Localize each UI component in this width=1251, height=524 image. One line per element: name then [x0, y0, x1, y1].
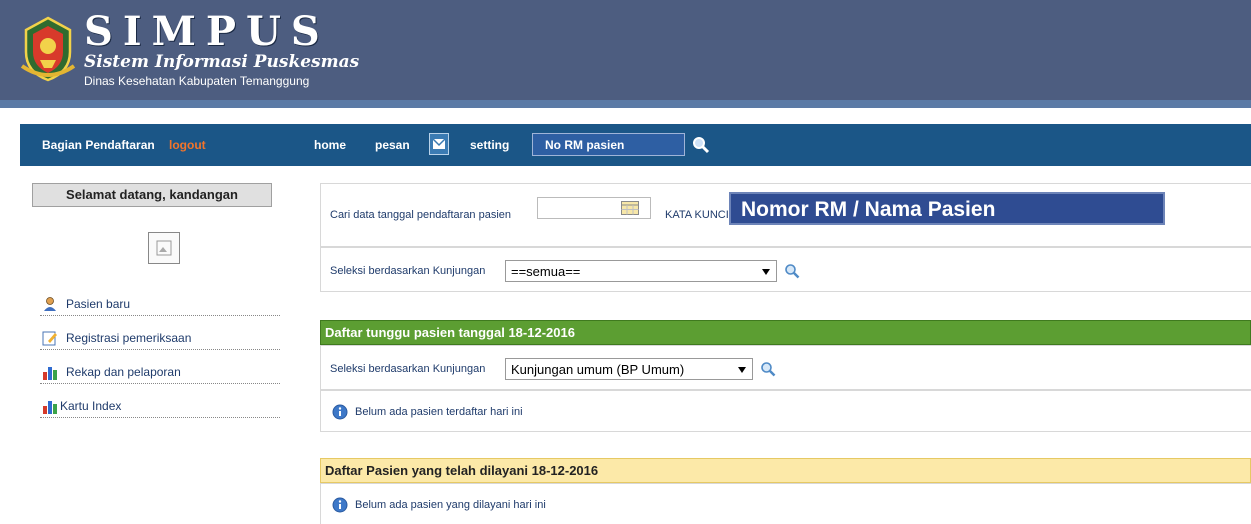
- served-empty-message: Belum ada pasien yang dilayani hari ini: [355, 499, 546, 511]
- welcome-banner: Selamat datang, kandangan: [32, 183, 272, 207]
- message-icon[interactable]: [429, 133, 449, 155]
- header-divider: [0, 100, 1251, 108]
- message-glyph-icon: [432, 138, 446, 149]
- sidebar-item-label: Rekap dan pelaporan: [66, 365, 181, 379]
- sidebar-item-rekap[interactable]: Rekap dan pelaporan: [40, 362, 280, 384]
- avatar: [148, 232, 180, 264]
- emblem-logo-icon: [20, 16, 76, 82]
- calendar-icon[interactable]: [621, 201, 639, 215]
- agency-name: Dinas Kesehatan Kabupaten Temanggung: [84, 74, 310, 88]
- chevron-down-icon: [738, 367, 746, 373]
- served-empty-panel: Belum ada pasien yang dilayani hari ini: [320, 483, 1251, 524]
- visit-filter-label: Seleksi berdasarkan Kunjungan: [330, 265, 486, 277]
- section-label: Bagian Pendaftaran: [42, 138, 155, 152]
- sidebar-item-kartu-index[interactable]: Kartu Index: [40, 396, 280, 418]
- bar-chart-icon: [43, 367, 57, 380]
- info-icon: [332, 497, 348, 513]
- edit-icon: [42, 331, 57, 346]
- search-icon[interactable]: [784, 263, 800, 279]
- waiting-filter-select[interactable]: Kunjungan umum (BP Umum): [505, 358, 753, 380]
- waiting-filter-value: Kunjungan umum (BP Umum): [511, 362, 685, 377]
- search-panel: Cari data tanggal pendaftaran pasien KAT…: [320, 183, 1251, 247]
- waiting-empty-message: Belum ada pasien terdaftar hari ini: [355, 406, 523, 418]
- date-search-label: Cari data tanggal pendaftaran pasien: [330, 209, 512, 221]
- sidebar-item-pasien-baru[interactable]: Pasien baru: [40, 294, 280, 316]
- waiting-filter-label: Seleksi berdasarkan Kunjungan: [330, 363, 486, 375]
- waiting-filter-panel: Seleksi berdasarkan Kunjungan Kunjungan …: [320, 345, 1251, 390]
- sidebar-item-registrasi[interactable]: Registrasi pemeriksaan: [40, 328, 280, 350]
- app-header: SIMPUS Sistem Informasi Puskesmas Dinas …: [0, 0, 1251, 108]
- search-icon[interactable]: [692, 136, 710, 154]
- bar-chart-icon: [43, 401, 57, 414]
- served-list-header: Daftar Pasien yang telah dilayani 18-12-…: [320, 458, 1251, 483]
- nav-setting-link[interactable]: setting: [470, 138, 509, 152]
- top-navbar: Bagian Pendaftaran logout home pesan set…: [20, 124, 1251, 166]
- waiting-list-header: Daftar tunggu pasien tanggal 18-12-2016: [320, 320, 1251, 345]
- sidebar-item-label: Registrasi pemeriksaan: [66, 331, 192, 345]
- visit-filter-value: ==semua==: [511, 264, 581, 279]
- app-subtitle: Sistem Informasi Puskesmas: [84, 52, 360, 72]
- nav-home-link[interactable]: home: [314, 138, 346, 152]
- user-icon: [44, 297, 56, 311]
- visit-filter-panel: Seleksi berdasarkan Kunjungan ==semua==: [320, 247, 1251, 292]
- image-placeholder-icon: [156, 240, 172, 256]
- rm-search-input[interactable]: No RM pasien: [532, 133, 685, 156]
- app-title: SIMPUS: [84, 8, 330, 55]
- search-icon[interactable]: [760, 361, 776, 377]
- chevron-down-icon: [762, 269, 770, 275]
- sidebar-item-label: Kartu Index: [60, 399, 122, 413]
- visit-filter-select[interactable]: ==semua==: [505, 260, 777, 282]
- keyword-label: KATA KUNCI: [665, 209, 729, 221]
- sidebar-item-label: Pasien baru: [66, 297, 131, 311]
- waiting-empty-panel: Belum ada pasien terdaftar hari ini: [320, 390, 1251, 432]
- keyword-search-input[interactable]: Nomor RM / Nama Pasien: [729, 192, 1165, 225]
- nav-pesan-link[interactable]: pesan: [375, 138, 410, 152]
- logout-link[interactable]: logout: [169, 138, 206, 152]
- info-icon: [332, 404, 348, 420]
